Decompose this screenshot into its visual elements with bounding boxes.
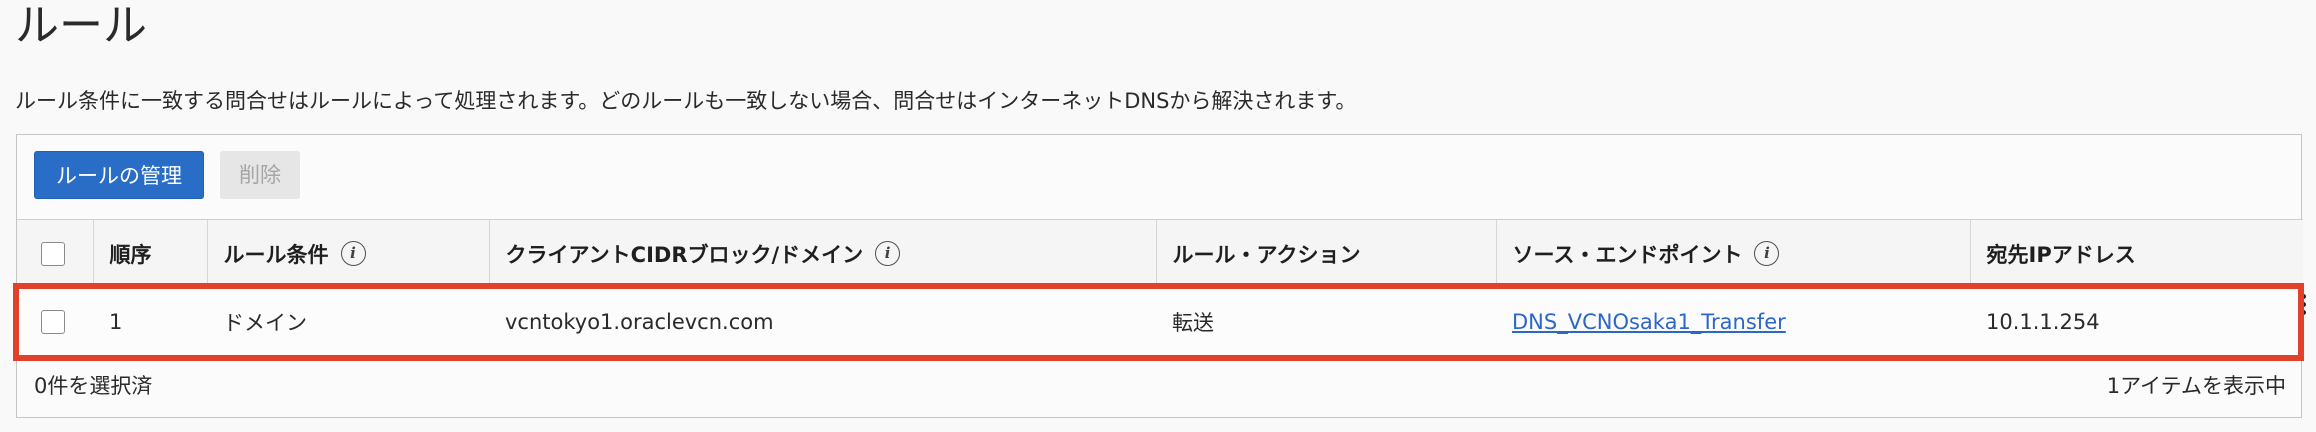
cell-client: vcntokyo1.oraclevcn.com: [489, 287, 1156, 356]
info-icon[interactable]: i: [340, 241, 366, 266]
endpoint-link[interactable]: DNS_VCNOsaka1_Transfer: [1512, 310, 1786, 334]
table-header-row: 順序 ルール条件 i クライアントCIDRブロック/ドメイン i ルール・アクション…: [17, 219, 2303, 288]
header-endpoint[interactable]: ソース・エンドポイント i: [1495, 219, 1970, 288]
row-select-cell: [17, 287, 93, 356]
selection-count: 0件を選択済: [34, 374, 153, 398]
cell-action: 転送: [1156, 287, 1496, 356]
page-title: ルール: [15, 0, 147, 51]
header-client-label: クライアントCIDRブロック/ドメイン: [505, 242, 864, 267]
cell-order: 1: [93, 287, 207, 356]
info-icon[interactable]: i: [1754, 241, 1780, 266]
header-destination[interactable]: 宛先IPアドレス: [1969, 219, 2303, 288]
header-action[interactable]: ルール・アクション: [1155, 219, 1496, 288]
header-order[interactable]: 順序: [92, 219, 207, 288]
header-endpoint-label: ソース・エンドポイント: [1512, 242, 1743, 267]
row-checkbox[interactable]: [41, 310, 65, 334]
cell-destination: 10.1.1.254: [1970, 287, 2303, 356]
header-condition-label: ルール条件: [223, 242, 329, 267]
delete-button[interactable]: 削除: [220, 151, 300, 199]
cell-condition: ドメイン: [207, 287, 489, 356]
header-destination-label: 宛先IPアドレス: [1986, 242, 2136, 267]
item-count: 1アイテムを表示中: [2106, 374, 2286, 398]
header-condition[interactable]: ルール条件 i: [206, 219, 489, 288]
header-select-all: [17, 219, 93, 288]
table-row: 1 ドメイン vcntokyo1.oraclevcn.com 転送 DNS_VC…: [17, 287, 2303, 356]
kebab-menu-icon[interactable]: [2296, 292, 2310, 320]
rules-toolbar: ルールの管理 削除: [17, 135, 2301, 219]
manage-rules-button[interactable]: ルールの管理: [34, 151, 204, 199]
rules-table: 順序 ルール条件 i クライアントCIDRブロック/ドメイン i ルール・アクション…: [17, 219, 2303, 356]
select-all-checkbox[interactable]: [41, 242, 65, 266]
info-icon[interactable]: i: [875, 241, 901, 266]
cell-endpoint: DNS_VCNOsaka1_Transfer: [1496, 287, 1970, 356]
header-order-label: 順序: [109, 242, 152, 267]
rules-panel: ルールの管理 削除 順序 ルール条件 i クライアントCIDRブロック/ドメイン…: [16, 134, 2303, 418]
header-action-label: ルール・アクション: [1172, 242, 1361, 267]
header-client[interactable]: クライアントCIDRブロック/ドメイン i: [488, 219, 1156, 288]
page-description: ルール条件に一致する問合せはルールによって処理されます。どのルールも一致しない場…: [15, 89, 1357, 113]
